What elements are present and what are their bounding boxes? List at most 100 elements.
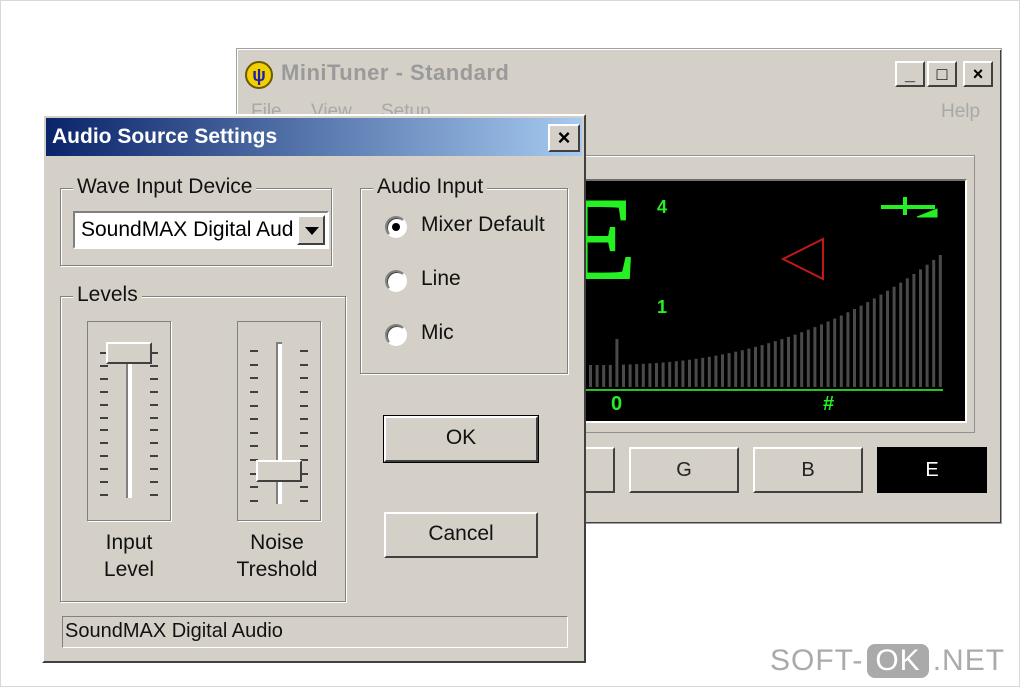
slider-tick <box>250 350 258 352</box>
caption-line: Input <box>105 531 153 554</box>
watermark-left: SOFT- <box>770 644 864 677</box>
minimize-button[interactable]: _ <box>895 61 925 87</box>
note-button-e[interactable]: E <box>877 447 987 493</box>
radio-button-checked[interactable] <box>385 216 407 238</box>
level-meter-bar <box>694 358 698 387</box>
slider-tick <box>100 442 108 444</box>
level-meter-bar <box>780 339 784 387</box>
noise-threshold-slider[interactable] <box>237 321 321 521</box>
caption-line: Treshold <box>236 558 318 581</box>
note-button-b[interactable]: B <box>753 447 863 493</box>
slider-tick <box>150 365 158 367</box>
watermark-right: .NET <box>932 644 1006 677</box>
slider-tick <box>100 378 108 380</box>
tuning-fork-logo-icon: ψ <box>245 61 273 89</box>
wave-input-combobox[interactable]: SoundMAX Digital Audio <box>73 211 329 249</box>
close-icon: × <box>972 64 984 84</box>
level-meter-bar <box>595 365 599 387</box>
ok-button[interactable]: OK <box>383 415 539 463</box>
slider-thumb[interactable] <box>106 342 152 364</box>
levels-group: Levels Input Level Noise Treshold <box>60 283 346 602</box>
level-meter-bar <box>655 363 658 387</box>
note-button-g[interactable]: G <box>629 447 739 493</box>
level-meter-bar <box>727 353 731 387</box>
slider-tick <box>300 500 308 502</box>
slider-tick <box>300 364 308 366</box>
cancel-button[interactable]: Cancel <box>384 512 538 558</box>
level-meter-bar <box>701 357 705 387</box>
slider-track <box>126 348 132 498</box>
level-meter-bar <box>839 315 843 387</box>
audio-input-group: Audio Input Mixer Default Line Mic <box>360 175 568 374</box>
dialog-title: Audio Source Settings <box>52 125 278 148</box>
level-meter-bar <box>938 255 942 387</box>
level-meter-bar <box>932 259 936 387</box>
zero-marker: 0 <box>611 393 623 415</box>
slider-tick <box>100 391 108 393</box>
level-meter-bar <box>853 309 856 387</box>
mode-indicator-icon <box>881 197 938 218</box>
level-meter-bar <box>641 363 645 387</box>
slider-tick <box>250 445 258 447</box>
level-meter-bar <box>635 364 639 387</box>
slider-tick <box>150 494 158 496</box>
level-meter-bar <box>734 351 738 387</box>
level-meter-bar <box>668 361 672 387</box>
slider-tick <box>100 365 108 367</box>
slider-tick <box>300 391 308 393</box>
slider-tick <box>300 377 308 379</box>
dialog-title-bar[interactable]: Audio Source Settings × <box>46 118 582 156</box>
level-meter-bar <box>747 348 751 387</box>
slider-tick <box>100 494 108 496</box>
close-button[interactable]: × <box>963 61 993 87</box>
level-meter-bar <box>688 359 691 387</box>
slider-tick <box>150 417 158 419</box>
level-meter-bar <box>661 362 665 387</box>
input-level-slider[interactable] <box>87 321 171 521</box>
slider-tick <box>300 486 308 488</box>
minituner-title: MiniTuner - Standard <box>281 60 510 85</box>
close-icon: × <box>557 125 571 150</box>
dialog-close-button[interactable]: × <box>548 124 580 152</box>
chevron-down-icon[interactable] <box>297 215 325 245</box>
levels-label: Levels <box>73 283 142 307</box>
level-meter-bar <box>905 278 909 387</box>
level-meter-bar <box>879 294 883 387</box>
status-text: SoundMAX Digital Audio <box>65 620 283 642</box>
level-meter-bar <box>773 341 777 387</box>
slider-tick <box>250 364 258 366</box>
maximize-button[interactable]: □ <box>927 61 957 87</box>
menu-help[interactable]: Help <box>941 101 980 123</box>
level-meter-bars <box>589 255 942 387</box>
level-meter-bar <box>886 290 889 387</box>
level-meter-bar <box>912 273 916 387</box>
radio-label-mixer-default: Mixer Default <box>421 213 545 236</box>
radio-button[interactable] <box>385 270 407 292</box>
level-meter-bar <box>826 321 830 387</box>
slider-tick <box>250 418 258 420</box>
level-meter-bar <box>648 363 652 387</box>
level-meter-bar <box>793 334 797 387</box>
slider-tick <box>150 481 158 483</box>
wave-input-label: Wave Input Device <box>73 175 257 199</box>
level-meter-bar <box>754 346 757 387</box>
slider-tick <box>100 468 108 470</box>
level-meter-bar <box>615 339 619 387</box>
level-meter-bar <box>787 336 790 387</box>
slider-tick <box>150 468 158 470</box>
caption-line: Level <box>103 558 155 581</box>
level-meter-bar <box>721 354 724 387</box>
status-bar: SoundMAX Digital Audio <box>62 616 568 648</box>
level-meter-bar <box>681 360 685 387</box>
audio-source-settings-dialog: Audio Source Settings × Wave Input Devic… <box>42 114 586 663</box>
slider-thumb[interactable] <box>256 460 302 482</box>
radio-label-line: Line <box>421 267 461 290</box>
level-meter-bar <box>622 364 625 387</box>
level-meter-bar <box>872 298 876 387</box>
level-meter-bar <box>899 282 903 387</box>
wave-input-selected: SoundMAX Digital Audio <box>81 218 293 241</box>
tuner-display: E 4 1 0 # <box>557 179 967 423</box>
slider-tick <box>300 445 308 447</box>
minituner-title-bar[interactable]: ψ MiniTuner - Standard _ □ × <box>241 53 995 93</box>
radio-button[interactable] <box>385 324 407 346</box>
